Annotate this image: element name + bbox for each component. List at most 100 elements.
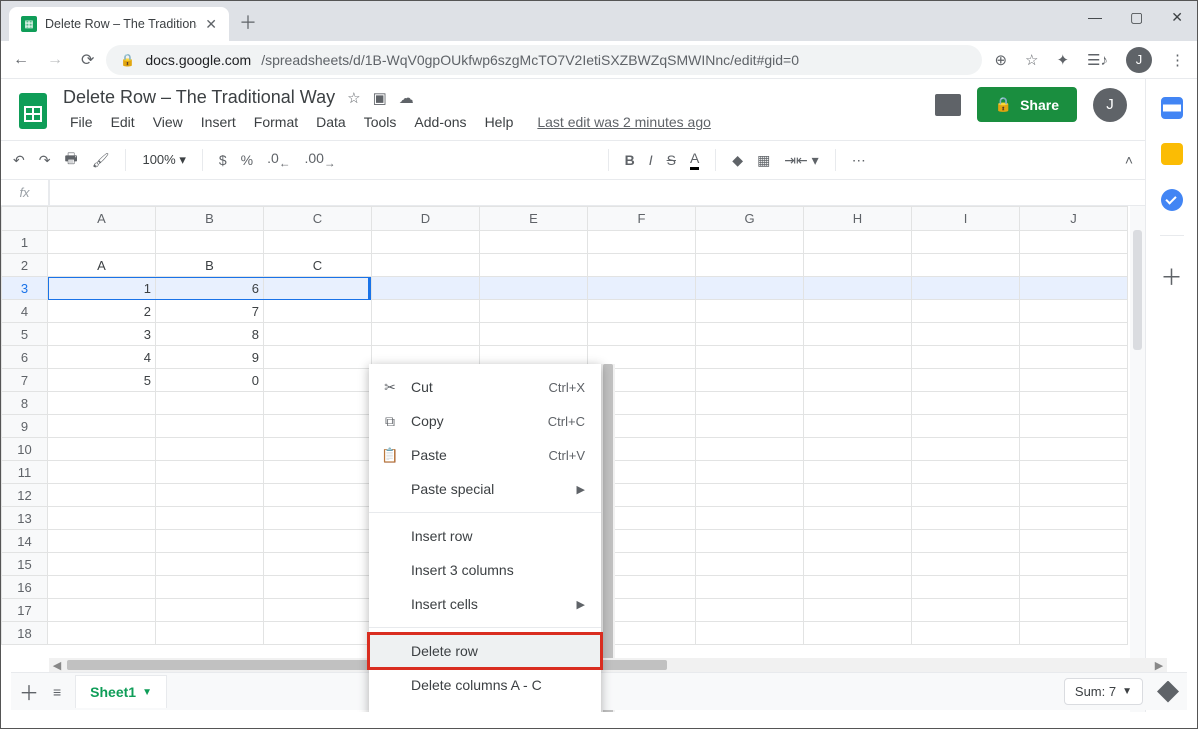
bold-button[interactable]: B — [625, 152, 635, 168]
cell[interactable] — [156, 484, 264, 507]
cell[interactable] — [804, 484, 912, 507]
cell[interactable] — [804, 277, 912, 300]
cell[interactable] — [372, 231, 480, 254]
cell[interactable] — [264, 369, 372, 392]
cell[interactable] — [1020, 323, 1128, 346]
cell[interactable] — [696, 507, 804, 530]
cell[interactable] — [264, 576, 372, 599]
cell[interactable] — [264, 415, 372, 438]
doc-title[interactable]: Delete Row – The Traditional Way — [63, 87, 335, 108]
cell[interactable] — [1020, 507, 1128, 530]
calendar-addon-icon[interactable] — [1161, 97, 1183, 119]
share-button[interactable]: 🔒 Share — [977, 87, 1077, 122]
ctx-cut[interactable]: ✂CutCtrl+X — [369, 370, 601, 404]
text-color-button[interactable]: A — [690, 150, 699, 170]
column-header[interactable]: C — [264, 207, 372, 231]
borders-button[interactable]: ▦ — [757, 152, 770, 169]
ctx-insert-cells[interactable]: Insert cells▶ — [369, 587, 601, 621]
cell[interactable] — [804, 438, 912, 461]
menu-format[interactable]: Format — [247, 110, 305, 134]
cell[interactable] — [804, 530, 912, 553]
ctx-delete-row[interactable]: Delete row — [369, 634, 601, 668]
cell[interactable] — [696, 530, 804, 553]
cell[interactable] — [372, 254, 480, 277]
ctx-insert-row[interactable]: Insert row — [369, 519, 601, 553]
cell[interactable] — [156, 392, 264, 415]
cell[interactable]: C — [264, 254, 372, 277]
new-tab-button[interactable]: ＋ — [239, 9, 257, 35]
paint-format-button[interactable]: 🖌 — [92, 152, 110, 169]
column-header[interactable]: J — [1020, 207, 1128, 231]
ctx-paste[interactable]: 📋PasteCtrl+V — [369, 438, 601, 472]
cell[interactable]: A — [48, 254, 156, 277]
merge-cells-button[interactable]: ⇥⇤ ▾ — [784, 152, 818, 169]
browser-tab[interactable]: ▦ Delete Row – The Traditional Wa ✕ — [9, 7, 229, 41]
cell[interactable] — [156, 622, 264, 645]
cell[interactable]: 3 — [48, 323, 156, 346]
italic-button[interactable]: I — [649, 152, 653, 168]
cell[interactable] — [696, 438, 804, 461]
cell[interactable]: B — [156, 254, 264, 277]
cell[interactable]: 0 — [156, 369, 264, 392]
row-header[interactable]: 14 — [2, 530, 48, 553]
row-header[interactable]: 13 — [2, 507, 48, 530]
cell[interactable] — [696, 300, 804, 323]
cell[interactable] — [48, 576, 156, 599]
vertical-scrollbar[interactable] — [1130, 206, 1145, 712]
decrease-decimal-button[interactable]: .0← — [267, 150, 290, 170]
cell[interactable] — [156, 415, 264, 438]
cell[interactable] — [912, 323, 1020, 346]
menu-help[interactable]: Help — [478, 110, 521, 134]
cell[interactable]: 9 — [156, 346, 264, 369]
cell[interactable] — [1020, 461, 1128, 484]
row-header[interactable]: 17 — [2, 599, 48, 622]
cell[interactable] — [1020, 231, 1128, 254]
cell[interactable] — [912, 553, 1020, 576]
row-header[interactable]: 3 — [2, 277, 48, 300]
menu-edit[interactable]: Edit — [104, 110, 142, 134]
star-icon[interactable]: ☆ — [347, 89, 360, 107]
cell[interactable] — [48, 484, 156, 507]
cell[interactable]: 8 — [156, 323, 264, 346]
cell[interactable] — [696, 484, 804, 507]
cell[interactable] — [696, 415, 804, 438]
cell[interactable] — [912, 392, 1020, 415]
row-header[interactable]: 15 — [2, 553, 48, 576]
tab-close-icon[interactable]: ✕ — [205, 16, 217, 33]
redo-button[interactable]: ↷ — [39, 152, 51, 169]
row-header[interactable]: 2 — [2, 254, 48, 277]
cell[interactable] — [264, 553, 372, 576]
sheet-tab-menu-icon[interactable]: ▼ — [142, 687, 152, 698]
cell[interactable] — [696, 323, 804, 346]
cell[interactable] — [264, 599, 372, 622]
row-header[interactable]: 11 — [2, 461, 48, 484]
cell[interactable] — [156, 599, 264, 622]
cell[interactable] — [804, 346, 912, 369]
cell[interactable] — [804, 599, 912, 622]
cell[interactable] — [912, 530, 1020, 553]
format-currency-button[interactable]: $ — [219, 152, 227, 168]
row-header[interactable]: 6 — [2, 346, 48, 369]
row-header[interactable]: 10 — [2, 438, 48, 461]
cell[interactable] — [696, 254, 804, 277]
cell[interactable]: 1 — [48, 277, 156, 300]
extensions-icon[interactable]: ✦ — [1056, 51, 1069, 69]
row-header[interactable]: 8 — [2, 392, 48, 415]
cell[interactable] — [1020, 599, 1128, 622]
row-header[interactable]: 9 — [2, 415, 48, 438]
cell[interactable] — [264, 392, 372, 415]
cell[interactable] — [804, 622, 912, 645]
cell[interactable] — [264, 346, 372, 369]
cell[interactable] — [912, 254, 1020, 277]
cell[interactable] — [696, 553, 804, 576]
cell[interactable] — [264, 484, 372, 507]
column-header[interactable]: D — [372, 207, 480, 231]
collapse-toolbar-button[interactable]: ˄ — [1125, 152, 1133, 168]
cell[interactable] — [264, 231, 372, 254]
cell[interactable] — [1020, 346, 1128, 369]
cell[interactable] — [804, 300, 912, 323]
cell[interactable] — [480, 231, 588, 254]
cell[interactable] — [696, 231, 804, 254]
cell[interactable] — [372, 300, 480, 323]
more-tools-button[interactable]: ⋯ — [852, 152, 866, 169]
